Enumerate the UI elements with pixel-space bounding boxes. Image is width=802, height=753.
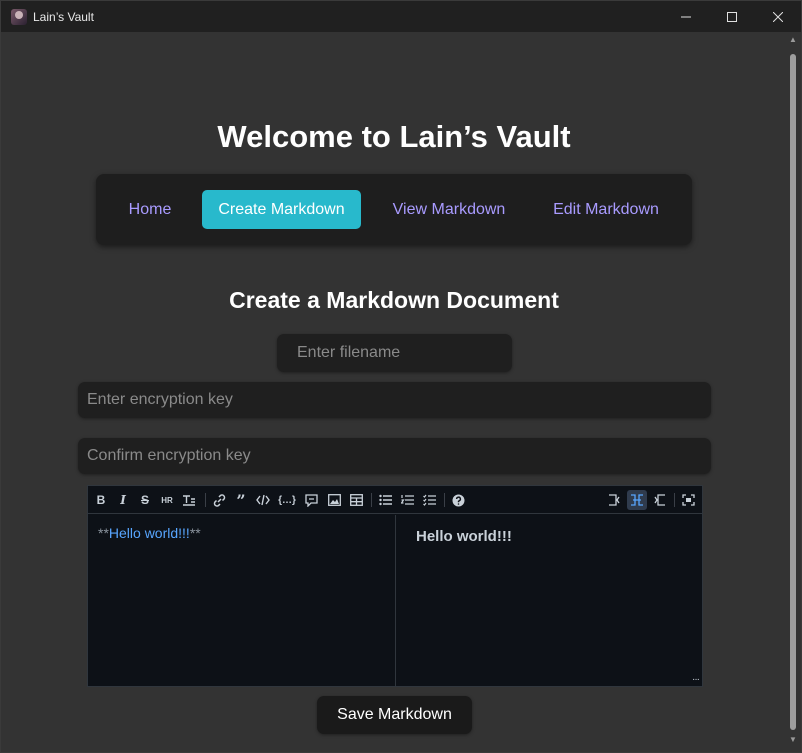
scroll-up-icon[interactable]: ▲	[789, 36, 797, 44]
link-icon[interactable]	[209, 490, 229, 510]
scroll-down-icon[interactable]: ▼	[789, 736, 797, 744]
confirm-key-input[interactable]	[78, 438, 711, 474]
code-icon[interactable]	[253, 490, 273, 510]
scrollbar-thumb[interactable]	[790, 54, 796, 730]
encryption-key-input[interactable]	[78, 382, 711, 418]
resize-handle-icon[interactable]: ···	[692, 675, 700, 685]
minimize-icon	[681, 16, 691, 17]
table-icon[interactable]	[346, 490, 366, 510]
quote-icon[interactable]: ”	[231, 490, 251, 510]
checked-list-icon[interactable]	[419, 490, 439, 510]
horizontal-rule-icon[interactable]: HR	[157, 490, 177, 510]
code-block-icon[interactable]: {…}	[277, 490, 297, 510]
italic-icon[interactable]: I	[113, 490, 133, 510]
main-nav: Home Create Markdown View Markdown Edit …	[96, 174, 692, 245]
save-markdown-button[interactable]: Save Markdown	[317, 696, 472, 734]
ordered-list-icon[interactable]	[397, 490, 417, 510]
vertical-scrollbar[interactable]: ▲ ▼	[786, 32, 800, 752]
window-title: Lain’s Vault	[33, 9, 94, 24]
bold-icon[interactable]: B	[91, 490, 111, 510]
window-controls	[663, 1, 801, 32]
app-window: Lain’s Vault ▲ ▼ Welcome to Lain’s Vault…	[0, 0, 802, 753]
page-title: Welcome to Lain’s Vault	[217, 119, 571, 154]
nav-edit-markdown[interactable]: Edit Markdown	[540, 190, 672, 229]
unordered-list-icon[interactable]	[375, 490, 395, 510]
toolbar-separator	[371, 493, 372, 507]
maximize-icon	[727, 11, 737, 22]
nav-home[interactable]: Home	[110, 190, 190, 229]
form-heading: Create a Markdown Document	[229, 287, 559, 313]
app-icon	[11, 8, 27, 25]
editor-toolbar: B I S HR ” {…}	[88, 486, 702, 514]
image-icon[interactable]	[324, 490, 344, 510]
toolbar-separator	[205, 493, 206, 507]
nav-view-markdown[interactable]: View Markdown	[378, 190, 520, 229]
maximize-button[interactable]	[709, 1, 755, 32]
fullscreen-icon[interactable]	[678, 490, 698, 510]
close-icon	[773, 11, 783, 22]
markdown-source-text[interactable]: **Hello world!!!**	[98, 525, 201, 541]
strikethrough-icon[interactable]: S	[135, 490, 155, 510]
toolbar-separator	[674, 493, 675, 507]
toolbar-separator	[444, 493, 445, 507]
nav-create-markdown[interactable]: Create Markdown	[202, 190, 361, 229]
close-button[interactable]	[755, 1, 801, 32]
title-bar[interactable]: Lain’s Vault	[1, 1, 801, 32]
markdown-editor: B I S HR ” {…} **Hello world!!!** Hello …	[87, 485, 703, 687]
help-icon[interactable]	[448, 490, 468, 510]
comment-icon[interactable]	[301, 490, 321, 510]
preview-mode-icon[interactable]	[649, 490, 669, 510]
markdown-source-pane[interactable]: **Hello world!!!**	[88, 515, 396, 686]
live-mode-icon[interactable]	[627, 490, 647, 510]
markdown-preview-text: Hello world!!!	[416, 528, 512, 545]
title-icon[interactable]	[179, 490, 199, 510]
edit-mode-icon[interactable]	[605, 490, 625, 510]
minimize-button[interactable]	[663, 1, 709, 32]
markdown-preview-pane: Hello world!!!	[397, 515, 702, 686]
filename-input[interactable]	[277, 334, 512, 372]
